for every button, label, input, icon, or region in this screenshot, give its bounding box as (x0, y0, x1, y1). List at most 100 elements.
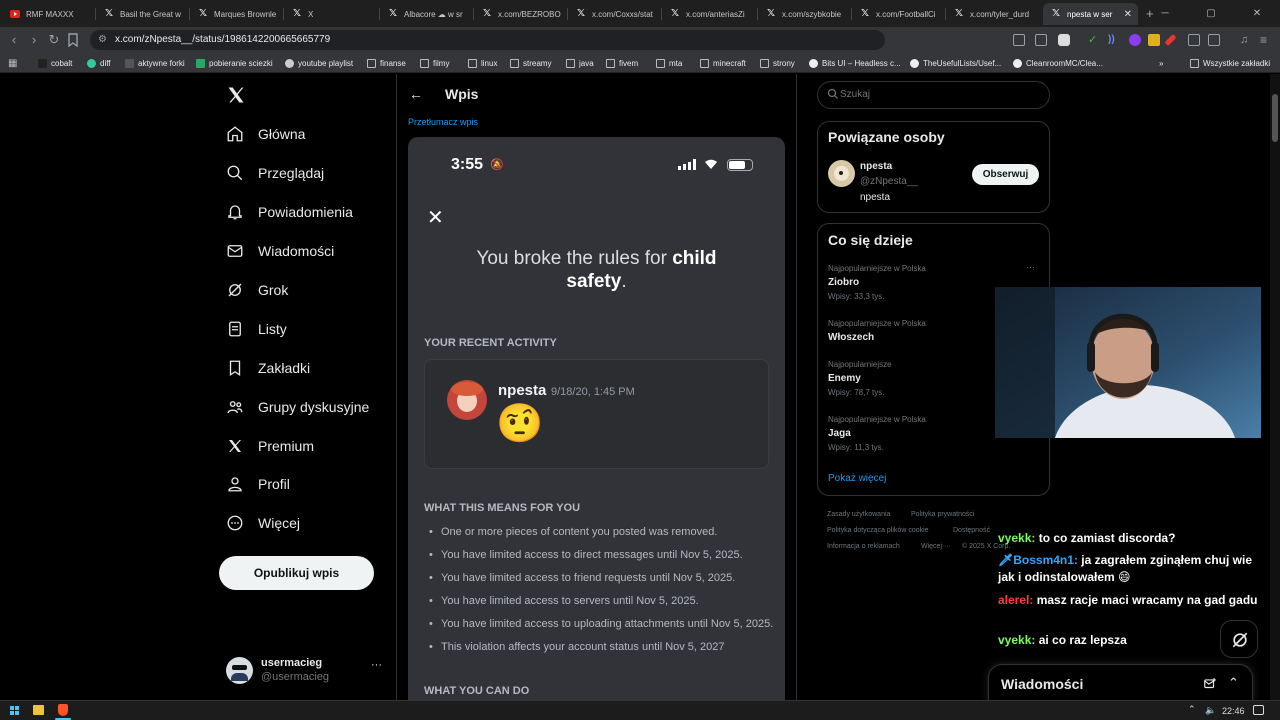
show-more-link[interactable]: Pokaż więcej (828, 473, 886, 484)
shield-icon[interactable] (1058, 34, 1070, 46)
bookmark-folder[interactable]: fivem (606, 57, 638, 69)
extension-icon[interactable] (1129, 34, 1141, 46)
sidebar-item-profile[interactable]: Profil (226, 472, 290, 496)
bookmark-item[interactable]: CleanroomMC/Clea... (1013, 57, 1103, 69)
windows-start-icon[interactable] (10, 706, 20, 716)
grok-floating-button[interactable] (1220, 620, 1258, 658)
browser-tab[interactable]: 𝕏 x.com/tyler_durd (946, 3, 1042, 25)
account-switcher[interactable]: usermacieg @usermacieg ··· (226, 656, 388, 690)
back-arrow-icon[interactable]: ← (409, 86, 423, 102)
bookmark-folder[interactable]: filmy (420, 57, 449, 69)
sidebar-item-more[interactable]: Więcej (226, 511, 300, 535)
sidebar-item-explore[interactable]: Przeglądaj (226, 161, 324, 185)
close-icon[interactable]: ✕ (427, 205, 444, 230)
footer-link[interactable]: Zasady użytkowania (827, 511, 890, 518)
bookmark-folder[interactable]: minecraft (700, 57, 746, 69)
sidebar-item-bookmarks[interactable]: Zakładki (226, 356, 310, 380)
bookmark-folder[interactable]: mta (656, 57, 682, 69)
post-button[interactable]: Opublikuj wpis (219, 556, 374, 590)
forward-icon[interactable]: › (27, 33, 41, 47)
account-more-icon[interactable]: ··· (371, 659, 382, 671)
browser-tab[interactable]: 𝕏 Marques Brownle (190, 3, 284, 25)
footer-link[interactable]: Więcej ··· (921, 543, 951, 550)
expand-chevron-icon[interactable]: ⌃ (1228, 675, 1239, 691)
bookmark-item[interactable]: cobalt (38, 57, 72, 69)
browser-tab[interactable]: 𝕏 x.com/Coxxs/stat (568, 3, 662, 25)
bookmark-folder[interactable]: streamy (510, 57, 551, 69)
brave-browser-icon[interactable] (58, 704, 68, 716)
bookmark-item[interactable]: aktywne forki (125, 57, 185, 69)
footer-link[interactable]: Dostępność (953, 527, 990, 534)
bookmark-item[interactable]: TheUsefulLists/Usef... (910, 57, 1001, 69)
sidebar-item-home[interactable]: Główna (226, 122, 305, 146)
sidebar-item-notifications[interactable]: Powiadomienia (226, 200, 353, 224)
bookmark-item[interactable]: diff (87, 57, 111, 69)
site-info-icon[interactable]: ⚙ (98, 30, 107, 50)
extension-icon[interactable]: )) (1108, 34, 1120, 46)
sidebar-item-premium[interactable]: Premium (226, 434, 314, 458)
bookmark-item[interactable]: pobieranie sciezki (196, 57, 273, 69)
new-message-icon[interactable] (1203, 677, 1217, 691)
reload-icon[interactable]: ↻ (47, 33, 61, 47)
extension-icon[interactable] (1148, 34, 1160, 46)
browser-tab[interactable]: 𝕏 x.com/anteriasZi (662, 3, 758, 25)
sidebar-item-lists[interactable]: Listy (226, 317, 287, 341)
close-window-icon[interactable]: ✕ (1234, 8, 1280, 19)
bookmark-page-icon[interactable] (67, 33, 81, 47)
browser-tab[interactable]: 𝕏 X (284, 3, 380, 25)
sidebar-item-grok[interactable]: Grok (226, 278, 288, 302)
maximize-icon[interactable]: ▢ (1188, 8, 1234, 19)
post-image[interactable]: 3:55 🔕 ✕ You broke the rules for child s… (408, 137, 785, 700)
browser-tab[interactable]: 𝕏 Basil the Great w (96, 3, 190, 25)
sidebar-item-communities[interactable]: Grupy dyskusyjne (226, 395, 369, 419)
footer-link[interactable]: Informacja o reklamach (827, 543, 900, 550)
extension-icon[interactable] (1164, 33, 1177, 47)
avatar[interactable] (828, 160, 855, 187)
translate-post-link[interactable]: Przetłumacz wpis (408, 117, 478, 127)
notifications-icon[interactable] (1253, 705, 1264, 715)
trend-name[interactable]: Jaga (828, 428, 851, 439)
browser-tab[interactable]: 𝕏 x.com/BEZROBO (474, 3, 568, 25)
footer-link[interactable]: Polityka prywatności (911, 511, 974, 518)
follow-button[interactable]: Obserwuj (972, 164, 1039, 185)
bookmark-folder[interactable]: linux (468, 57, 497, 69)
minimize-icon[interactable]: ─ (1142, 8, 1188, 19)
menu-icon[interactable]: ≡ (1260, 34, 1272, 46)
x-logo-icon[interactable] (226, 85, 246, 105)
close-tab-icon[interactable]: ✕ (1124, 9, 1132, 20)
browser-tab[interactable]: 𝕏 x.com/FootballCi (852, 3, 946, 25)
scrollbar-thumb[interactable] (1272, 94, 1278, 142)
footer-link[interactable]: Polityka dotycząca plików cookie (827, 527, 929, 534)
apps-grid-icon[interactable]: ▦ (8, 58, 17, 69)
bookmark-item[interactable]: Bits UI – Headless c... (809, 57, 901, 69)
page-scrollbar[interactable] (1270, 74, 1280, 700)
search-input[interactable]: Szukaj (817, 81, 1050, 109)
all-bookmarks-folder[interactable]: Wszystkie zakładki (1190, 57, 1270, 69)
music-icon[interactable]: ♫ (1240, 34, 1252, 46)
browser-tab[interactable]: 𝕏 Albacore ☁ w sr (380, 3, 474, 25)
trend-name[interactable]: Enemy (828, 373, 861, 384)
browser-tab-active[interactable]: 𝕏 npesta w ser ✕ (1043, 3, 1138, 25)
bookmark-item[interactable]: youtube playlist (285, 57, 353, 69)
back-icon[interactable]: ‹ (7, 33, 21, 47)
speaker-icon[interactable]: 🔈 (1205, 705, 1216, 716)
sidepanel-icon[interactable] (1208, 34, 1220, 46)
browser-tab[interactable]: RMF MAXXX (2, 3, 96, 25)
bookmark-folder[interactable]: strony (760, 57, 795, 69)
bookmarks-overflow-button[interactable]: » (1159, 57, 1163, 69)
messages-drawer[interactable]: Wiadomości ⌃ (988, 664, 1253, 700)
browser-tab[interactable]: 𝕏 x.com/szybkobie (758, 3, 852, 25)
related-name[interactable]: npesta (860, 161, 892, 172)
url-field[interactable]: ⚙ x.com/zNpesta__/status/198614220066566… (90, 30, 885, 50)
tray-chevron-icon[interactable]: ⌃ (1188, 704, 1196, 715)
taskbar-clock[interactable]: 22:46 (1222, 706, 1245, 716)
file-explorer-icon[interactable] (33, 705, 44, 715)
sidebar-item-messages[interactable]: Wiadomości (226, 239, 334, 263)
check-extension-icon[interactable]: ✓ (1088, 34, 1100, 46)
share-icon[interactable] (1035, 34, 1047, 46)
trend-more-icon[interactable]: ··· (1026, 262, 1035, 272)
trend-name[interactable]: Włoszech (828, 332, 874, 343)
bookmark-folder[interactable]: java (566, 57, 594, 69)
bookmark-folder[interactable]: finanse (367, 57, 406, 69)
puzzle-icon[interactable] (1188, 34, 1200, 46)
